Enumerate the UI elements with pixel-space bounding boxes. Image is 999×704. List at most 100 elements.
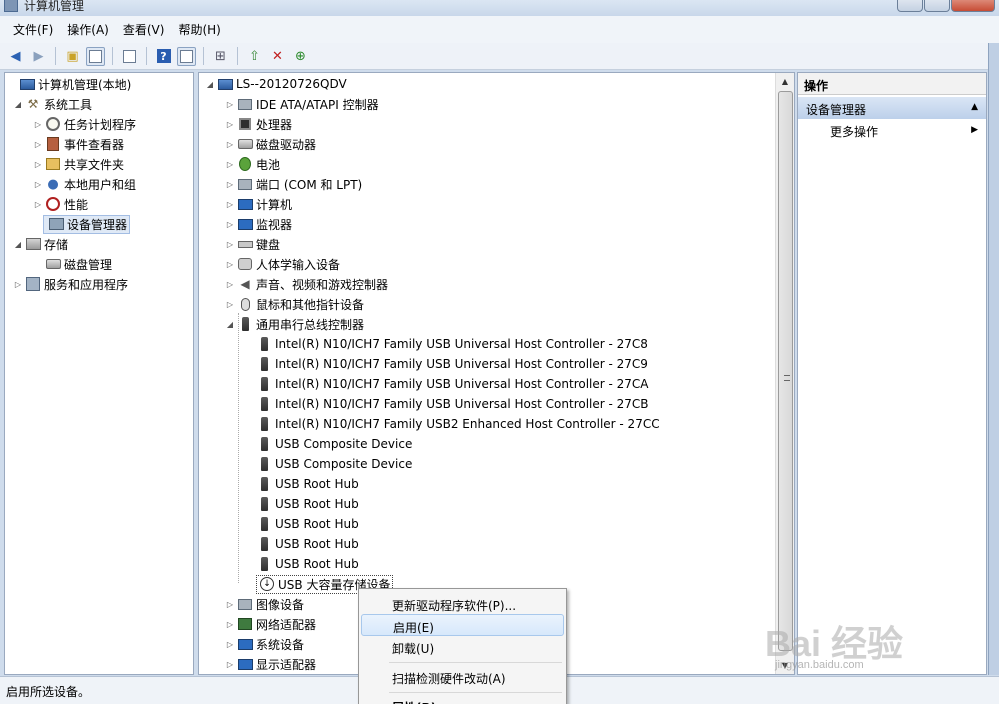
show-hide-tree-icon[interactable] <box>86 46 105 66</box>
minimize-button[interactable] <box>897 0 923 12</box>
action-pane-icon[interactable] <box>177 46 196 66</box>
menu-item-uninstall[interactable]: 卸载(U) <box>361 636 564 658</box>
device-category[interactable]: ▷ 系统设备 <box>225 634 304 654</box>
collapse-arrow-icon[interactable]: ◢ <box>13 240 23 249</box>
expand-arrow-icon[interactable]: ▷ <box>225 120 235 129</box>
device-category[interactable]: ▷ 端口 (COM 和 LPT) <box>225 174 362 194</box>
event-log-icon <box>45 136 61 152</box>
expand-arrow-icon[interactable]: ▷ <box>225 640 235 649</box>
collapse-arrow-icon[interactable]: ◢ <box>13 100 23 109</box>
tree-device-manager[interactable]: 设备管理器 <box>33 214 131 234</box>
expand-arrow-icon[interactable]: ▷ <box>225 260 235 269</box>
expand-arrow-icon[interactable]: ▷ <box>225 300 235 309</box>
up-folder-icon[interactable]: ▣ <box>63 47 82 66</box>
properties-icon[interactable] <box>120 47 139 66</box>
usb-device[interactable]: Intel(R) N10/ICH7 Family USB Universal H… <box>254 354 648 374</box>
expand-arrow-icon[interactable]: ▷ <box>225 180 235 189</box>
tree-system-tools[interactable]: ◢ ⚒ 系统工具 <box>13 94 92 114</box>
submenu-arrow-icon[interactable]: ▶ <box>971 125 978 135</box>
menu-item-update-driver[interactable]: 更新驱动程序软件(P)... <box>361 593 564 615</box>
scrollbar-thumb[interactable] <box>778 91 793 651</box>
expand-arrow-icon[interactable]: ▷ <box>225 200 235 209</box>
clock-icon <box>45 116 61 132</box>
tree-performance[interactable]: ▷ 性能 <box>33 194 88 214</box>
menu-item-enable[interactable]: 启用(E) <box>361 614 564 636</box>
expand-arrow-icon[interactable]: ▷ <box>33 140 43 149</box>
tree-event-viewer[interactable]: ▷ 事件查看器 <box>33 134 124 154</box>
device-category[interactable]: ▷ 鼠标和其他指针设备 <box>225 294 364 314</box>
menu-file[interactable]: 文件(F) <box>6 21 60 38</box>
usb-device[interactable]: USB Composite Device <box>254 434 412 454</box>
usb-device[interactable]: Intel(R) N10/ICH7 Family USB Universal H… <box>254 394 649 414</box>
expand-arrow-icon[interactable]: ▷ <box>225 620 235 629</box>
usb-device[interactable]: USB Composite Device <box>254 454 412 474</box>
more-actions-link[interactable]: 更多操作 <box>830 123 878 140</box>
usb-device[interactable]: USB Root Hub <box>254 494 359 514</box>
device-category[interactable]: ▷ IDE ATA/ATAPI 控制器 <box>225 94 379 114</box>
scroll-up-arrow-icon[interactable]: ▲ <box>776 73 794 90</box>
device-tree-scrollbar[interactable]: ▲ ▼ <box>775 73 794 674</box>
expand-arrow-icon[interactable]: ▷ <box>225 220 235 229</box>
device-category[interactable]: ▷ 处理器 <box>225 114 292 134</box>
device-category[interactable]: ▷ 磁盘驱动器 <box>225 134 316 154</box>
device-category[interactable]: ▷ 监视器 <box>225 214 292 234</box>
collapse-triangle-icon[interactable]: ▲ <box>971 102 978 112</box>
usb-device[interactable]: USB Root Hub <box>254 554 359 574</box>
expand-arrow-icon[interactable]: ▷ <box>225 100 235 109</box>
close-button[interactable] <box>951 0 995 12</box>
usb-device[interactable]: Intel(R) N10/ICH7 Family USB Universal H… <box>254 334 648 354</box>
usb-device[interactable]: USB Root Hub <box>254 514 359 534</box>
expand-arrow-icon[interactable]: ▷ <box>13 280 23 289</box>
app-icon <box>4 0 18 12</box>
expand-arrow-icon[interactable]: ▷ <box>33 160 43 169</box>
enable-device-icon[interactable]: ⊕ <box>291 47 310 66</box>
usb-icon <box>237 316 253 332</box>
menu-item-properties[interactable]: 属性(R) <box>361 695 564 704</box>
device-category[interactable]: ▷ 电池 <box>225 154 280 174</box>
maximize-button[interactable] <box>924 0 950 12</box>
actions-section-device-manager[interactable]: 设备管理器 ▲ <box>798 97 986 119</box>
update-driver-icon[interactable]: ⇧ <box>245 47 264 66</box>
usb-device[interactable]: Intel(R) N10/ICH7 Family USB Universal H… <box>254 374 649 394</box>
device-category[interactable]: ▷ 键盘 <box>225 234 280 254</box>
expand-arrow-icon[interactable]: ▷ <box>225 280 235 289</box>
scan-hardware-icon[interactable]: ⊞ <box>211 47 230 66</box>
usb-device[interactable]: USB Root Hub <box>254 534 359 554</box>
usb-device[interactable]: USB Root Hub <box>254 474 359 494</box>
device-category[interactable]: ▷ 网络适配器 <box>225 614 316 634</box>
menu-action[interactable]: 操作(A) <box>60 21 116 38</box>
help-icon[interactable]: ? <box>154 47 173 66</box>
device-category[interactable]: ▷ 图像设备 <box>225 594 304 614</box>
tree-shared-folders[interactable]: ▷ 共享文件夹 <box>33 154 124 174</box>
tree-local-users[interactable]: ▷ ● 本地用户和组 <box>33 174 136 194</box>
expand-arrow-icon[interactable]: ▷ <box>225 140 235 149</box>
uninstall-icon[interactable]: ✕ <box>268 47 287 66</box>
tree-disk-management[interactable]: 磁盘管理 <box>33 254 112 274</box>
menu-view[interactable]: 查看(V) <box>116 21 172 38</box>
device-root[interactable]: ◢ LS--20120726QDV <box>205 74 347 94</box>
collapse-arrow-icon[interactable]: ◢ <box>205 80 215 89</box>
expand-arrow-icon[interactable]: ▷ <box>33 200 43 209</box>
collapse-arrow-icon[interactable]: ◢ <box>225 320 235 329</box>
usb-icon <box>256 336 272 352</box>
expand-arrow-icon[interactable]: ▷ <box>33 120 43 129</box>
back-icon[interactable]: ◀ <box>6 47 25 66</box>
device-category[interactable]: ▷ 人体学输入设备 <box>225 254 340 274</box>
tree-storage[interactable]: ◢ 存储 <box>13 234 68 254</box>
device-category[interactable]: ▷ 计算机 <box>225 194 292 214</box>
forward-icon[interactable]: ▶ <box>29 47 48 66</box>
device-category-usb[interactable]: ◢ 通用串行总线控制器 <box>225 314 364 334</box>
menu-item-scan[interactable]: 扫描检测硬件改动(A) <box>361 666 564 688</box>
expand-arrow-icon[interactable]: ▷ <box>225 660 235 669</box>
expand-arrow-icon[interactable]: ▷ <box>225 160 235 169</box>
tree-root[interactable]: 计算机管理(本地) <box>7 74 131 94</box>
menu-help[interactable]: 帮助(H) <box>171 21 227 38</box>
usb-device[interactable]: Intel(R) N10/ICH7 Family USB2 Enhanced H… <box>254 414 660 434</box>
expand-arrow-icon[interactable]: ▷ <box>33 180 43 189</box>
expand-arrow-icon[interactable]: ▷ <box>225 600 235 609</box>
device-category[interactable]: ▷ 显示适配器 <box>225 654 316 674</box>
device-category[interactable]: ▷ ◀ 声音、视频和游戏控制器 <box>225 274 388 294</box>
expand-arrow-icon[interactable]: ▷ <box>225 240 235 249</box>
tree-services[interactable]: ▷ 服务和应用程序 <box>13 274 128 294</box>
tree-task-scheduler[interactable]: ▷ 任务计划程序 <box>33 114 136 134</box>
